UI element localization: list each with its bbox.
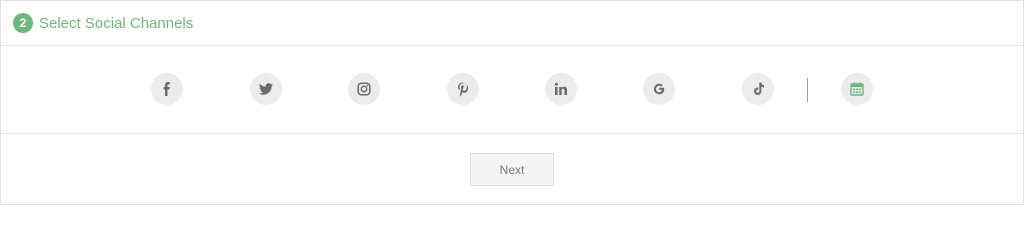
calendar-button[interactable] (841, 73, 873, 105)
step-header: 2 Select Social Channels (1, 1, 1023, 46)
google-channel-button[interactable] (643, 73, 675, 105)
calendar-icon (850, 82, 864, 96)
twitter-icon (259, 83, 273, 95)
social-channels-panel: 2 Select Social Channels Next (0, 0, 1024, 205)
next-button[interactable]: Next (470, 153, 554, 186)
step-footer: Next (1, 134, 1023, 204)
linkedin-channel-button[interactable] (545, 73, 577, 105)
tiktok-channel-button[interactable] (742, 73, 774, 105)
instagram-channel-button[interactable] (348, 73, 380, 105)
twitter-channel-button[interactable] (250, 73, 282, 105)
instagram-icon (357, 82, 371, 96)
facebook-icon (163, 82, 170, 96)
linkedin-icon (554, 82, 567, 95)
pinterest-channel-button[interactable] (447, 73, 479, 105)
google-icon (653, 83, 665, 95)
channel-list (1, 46, 1023, 134)
channel-separator (807, 78, 808, 102)
pinterest-icon (458, 82, 469, 97)
step-title: Select Social Channels (39, 14, 194, 32)
facebook-channel-button[interactable] (151, 73, 183, 105)
step-number-badge: 2 (13, 13, 33, 33)
tiktok-icon (754, 82, 764, 95)
